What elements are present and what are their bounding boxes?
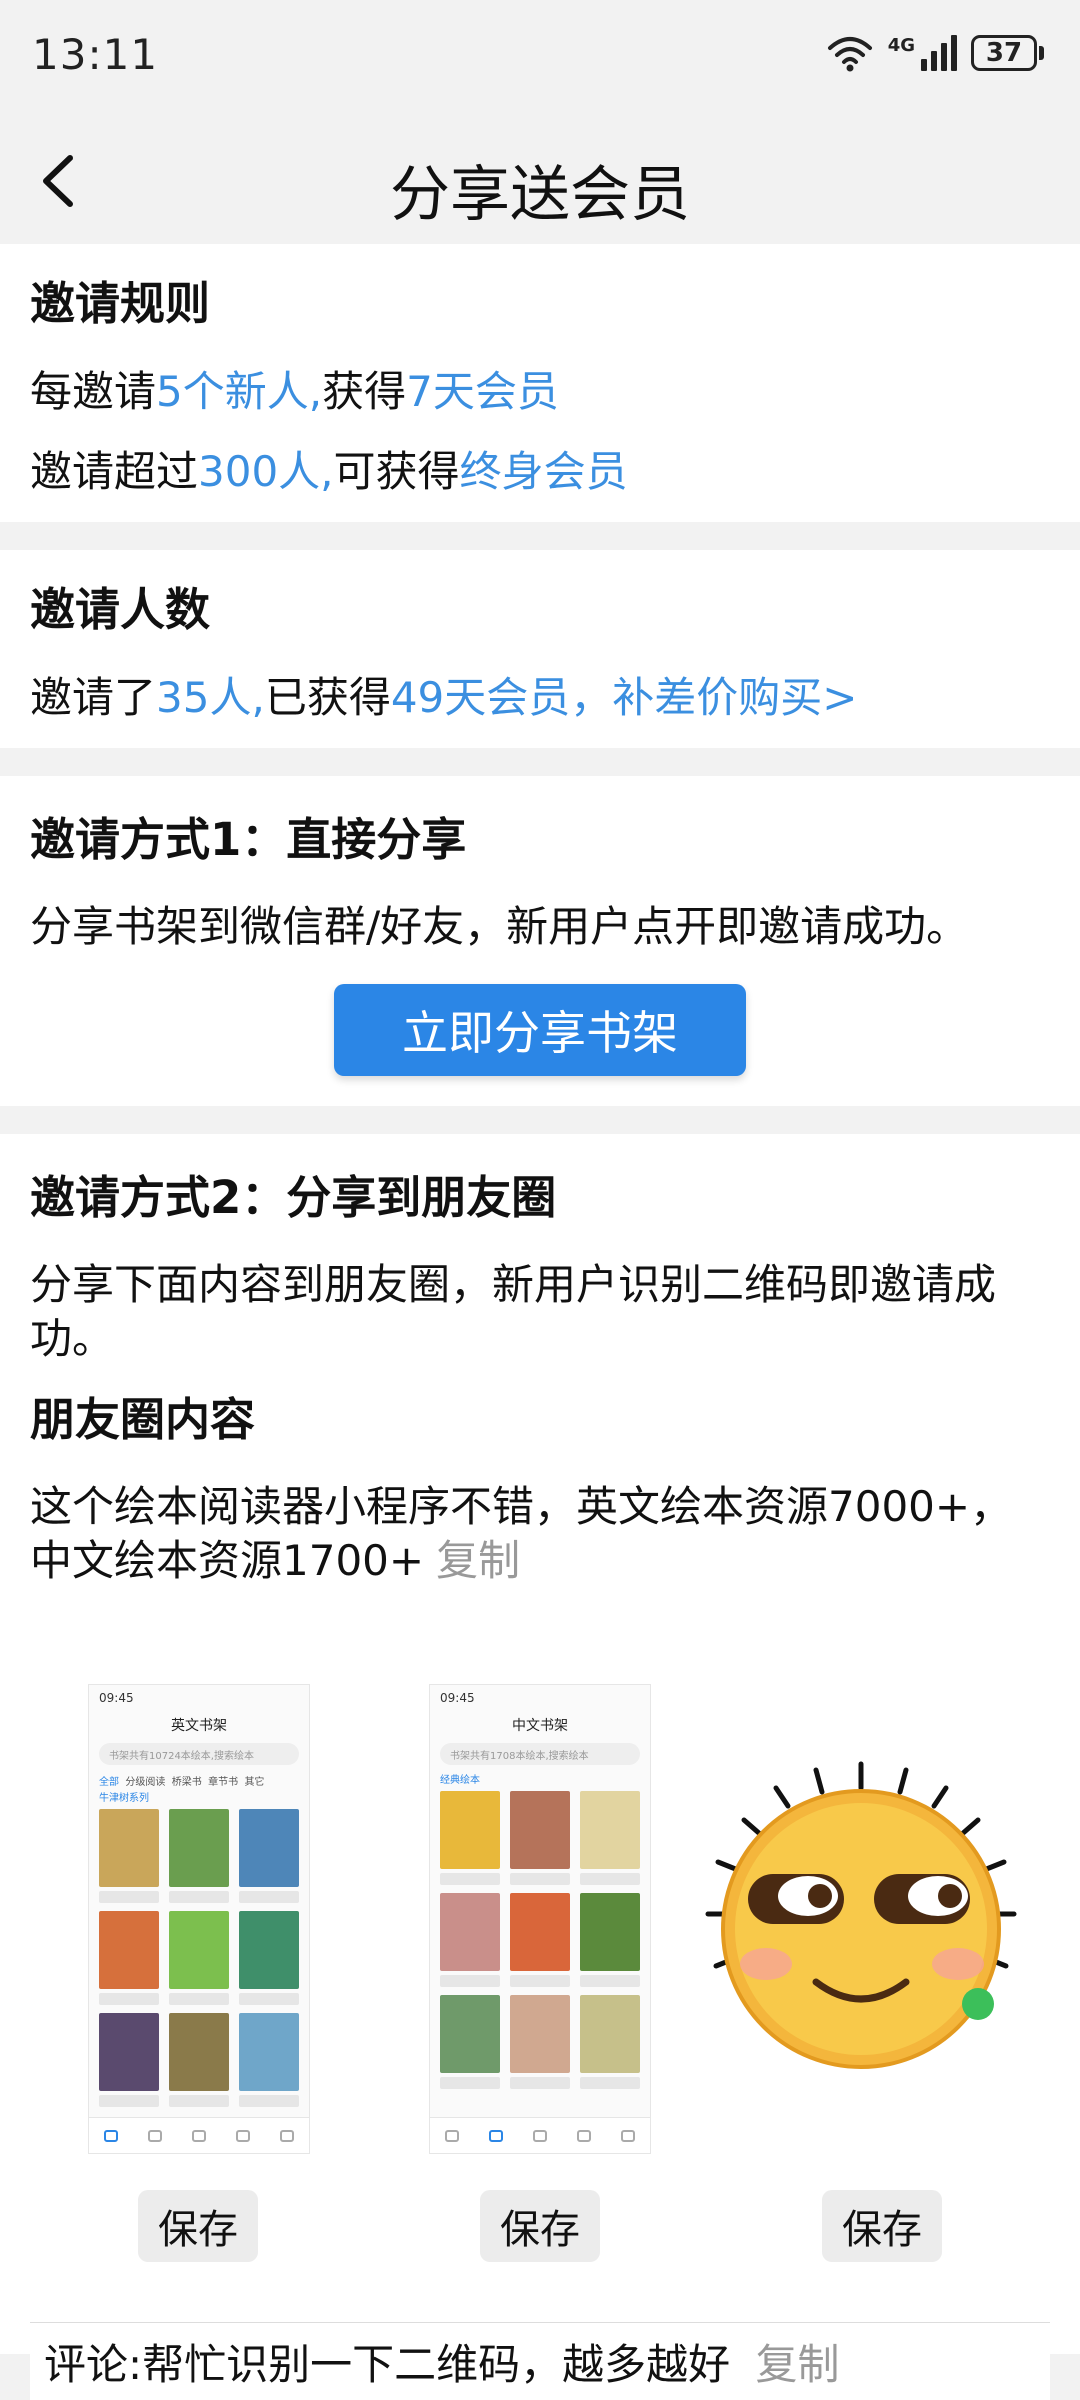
method1-card: 邀请方式1：直接分享 分享书架到微信群/好友，新用户点开即邀请成功。 立即分享书… bbox=[0, 776, 1080, 1106]
moments-text: 这个绘本阅读器小程序不错，英文绘本资源7000+，中文绘本资源1700+ bbox=[30, 1482, 1013, 1585]
status-icons: 4G 37 bbox=[826, 34, 1044, 72]
count-text: 邀请了 bbox=[30, 673, 157, 722]
method2-heading: 邀请方式2：分享到朋友圈 bbox=[30, 1171, 557, 1224]
chinese-shelf-screenshot[interactable]: 09:45 中文书架 书架共有1708本绘本,搜索绘本 经典绘本 bbox=[429, 1684, 651, 2154]
rule1-highlight-people: 5个新人, bbox=[156, 367, 323, 416]
english-shelf-screenshot[interactable]: 09:45 英文书架 书架共有10724本绘本,搜索绘本 全部 分级阅读 桥梁书… bbox=[88, 1684, 310, 2154]
rules-heading: 邀请规则 bbox=[30, 277, 211, 330]
shot-tabbar bbox=[89, 2117, 309, 2153]
count-heading: 邀请人数 bbox=[30, 583, 211, 636]
method1-desc: 分享书架到微信群/好友，新用户点开即邀请成功。 bbox=[30, 902, 969, 951]
status-bar: 13:11 4G 37 bbox=[0, 0, 1080, 112]
shot-series: 牛津树系列 bbox=[99, 1793, 149, 1804]
signal-icon: 4G bbox=[888, 35, 957, 71]
emoji-icon bbox=[705, 1761, 1017, 2069]
network-label: 4G bbox=[887, 35, 915, 56]
nav-bar: 分享送会员 bbox=[0, 112, 1080, 244]
save-buttons: 保存 保存 保存 bbox=[30, 2190, 1050, 2262]
rule-line-1: 每邀请5个新人,获得7天会员 bbox=[30, 360, 1050, 424]
shot-tabbar bbox=[430, 2117, 650, 2153]
shot-title: 中文书架 bbox=[512, 1718, 568, 1734]
count-line: 邀请了35人,已获得49天会员，补差价购买> bbox=[30, 666, 1050, 730]
rule-line-2: 邀请超过300人,可获得终身会员 bbox=[30, 440, 1050, 504]
count-days: 49天会员， bbox=[390, 673, 613, 722]
shot-time: 09:45 bbox=[440, 1691, 475, 1705]
method2-card: 邀请方式2：分享到朋友圈 分享下面内容到朋友圈，新用户识别二维码即邀请成功。 朋… bbox=[0, 1134, 1080, 2354]
battery-level: 37 bbox=[971, 35, 1037, 71]
book-grid bbox=[89, 1805, 309, 2111]
rule2-text-2: 可获得 bbox=[333, 447, 460, 496]
battery-icon: 37 bbox=[971, 35, 1044, 71]
method1-heading: 邀请方式1：直接分享 bbox=[30, 813, 467, 866]
share-bookshelf-button[interactable]: 立即分享书架 bbox=[334, 984, 746, 1076]
method2-desc: 分享下面内容到朋友圈，新用户识别二维码即邀请成功。 bbox=[30, 1260, 997, 1363]
buy-link[interactable]: 补差价购买> bbox=[612, 673, 857, 722]
shot-time: 09:45 bbox=[99, 1691, 134, 1705]
wifi-icon bbox=[827, 37, 872, 72]
invite-count-card: 邀请人数 邀请了35人,已获得49天会员，补差价购买> bbox=[0, 550, 1080, 748]
shot-search: 书架共有1708本绘本,搜索绘本 bbox=[440, 1743, 640, 1765]
rule1-text: 每邀请 bbox=[30, 367, 157, 416]
rule2-text: 邀请超过 bbox=[30, 447, 199, 496]
shot-tabs: 全部 分级阅读 桥梁书 章节书 其它 bbox=[99, 1777, 265, 1788]
rules-card: 邀请规则 每邀请5个新人,获得7天会员 邀请超过300人,可获得终身会员 bbox=[0, 244, 1080, 522]
shot-series: 经典绘本 bbox=[440, 1775, 480, 1786]
count-text-2: 已获得 bbox=[264, 673, 391, 722]
shot-title: 英文书架 bbox=[171, 1718, 227, 1734]
moments-content: 这个绘本阅读器小程序不错，英文绘本资源7000+，中文绘本资源1700+ 复制 bbox=[30, 1480, 1050, 1588]
moments-heading: 朋友圈内容 bbox=[30, 1393, 256, 1446]
rule1-text-2: 获得 bbox=[322, 367, 407, 416]
count-people: 35人, bbox=[156, 673, 265, 722]
rule2-highlight-reward: 终身会员 bbox=[459, 447, 628, 496]
copy-comment-button[interactable]: 复制 bbox=[756, 2340, 840, 2389]
rule2-highlight-people: 300人, bbox=[198, 447, 334, 496]
save-image-2-button[interactable]: 保存 bbox=[480, 2190, 600, 2262]
rule1-highlight-reward: 7天会员 bbox=[406, 367, 559, 416]
page-title: 分享送会员 bbox=[390, 160, 690, 230]
copy-moments-button[interactable]: 复制 bbox=[436, 1536, 520, 1585]
comment-text: 评论:帮忙识别一下二维码，越多越好 bbox=[44, 2340, 731, 2389]
shot-search: 书架共有10724本绘本,搜索绘本 bbox=[99, 1743, 299, 1765]
book-grid bbox=[430, 1787, 650, 2093]
save-image-3-button[interactable]: 保存 bbox=[822, 2190, 942, 2262]
save-image-1-button[interactable]: 保存 bbox=[138, 2190, 258, 2262]
status-time: 13:11 bbox=[32, 30, 159, 79]
comment-bar: 评论:帮忙识别一下二维码，越多越好 复制 bbox=[30, 2322, 1050, 2400]
share-images: 09:45 英文书架 书架共有10724本绘本,搜索绘本 全部 分级阅读 桥梁书… bbox=[30, 1684, 1050, 2154]
